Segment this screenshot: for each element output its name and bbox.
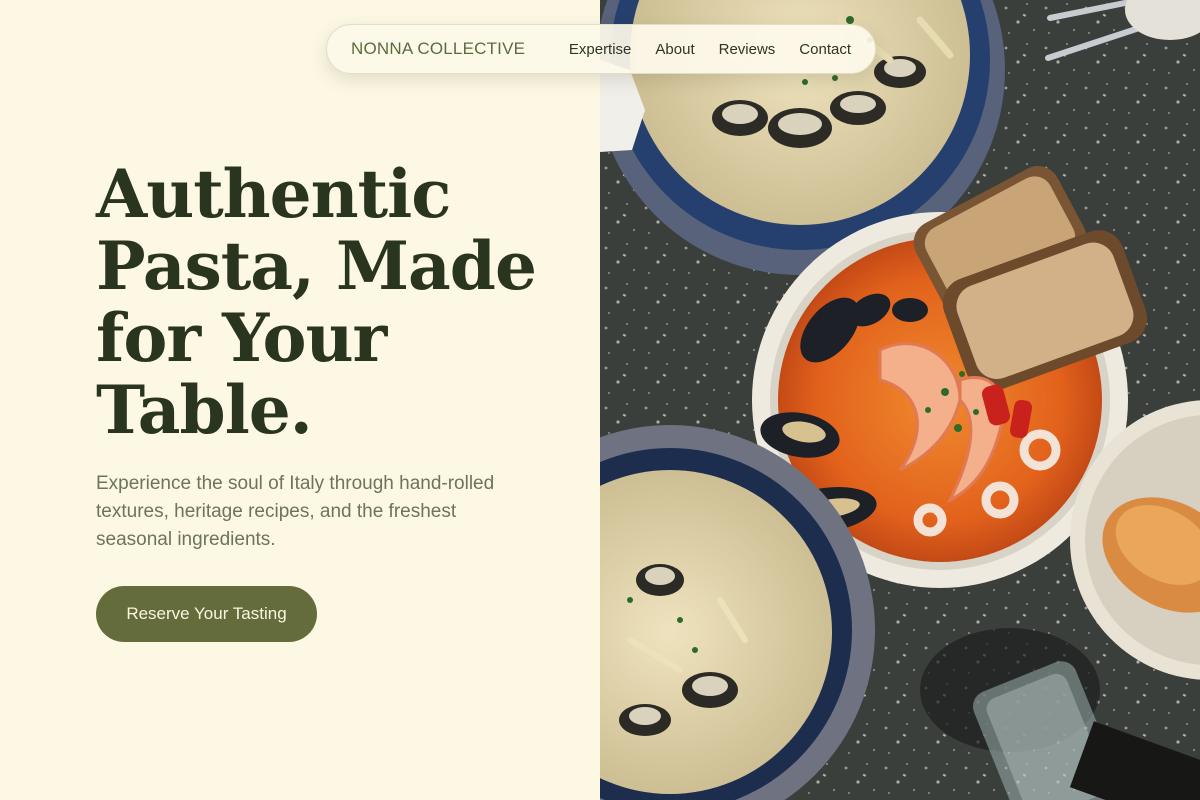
- hero-title-line: Table.: [96, 371, 313, 449]
- hero-section: Authentic Pasta, Made for Your Table. Ex…: [0, 0, 600, 800]
- nav-link-about[interactable]: About: [655, 41, 694, 58]
- hero-title-line: Pasta, Made: [96, 227, 537, 305]
- nav-link-expertise[interactable]: Expertise: [569, 41, 632, 58]
- hero-food-photo: [600, 0, 1200, 800]
- hero-subtitle: Experience the soul of Italy through han…: [96, 473, 495, 550]
- nav-link-contact[interactable]: Contact: [799, 41, 851, 58]
- top-navigation: NONNA COLLECTIVE Expertise About Reviews…: [326, 24, 876, 74]
- hero-title-line: Authentic: [96, 155, 451, 233]
- hero-title-line: for Your: [96, 299, 387, 377]
- hero-title: Authentic Pasta, Made for Your Table.: [96, 158, 566, 446]
- reserve-tasting-button[interactable]: Reserve Your Tasting: [96, 586, 317, 642]
- brand-logo[interactable]: NONNA COLLECTIVE: [351, 39, 525, 59]
- nav-link-reviews[interactable]: Reviews: [719, 41, 776, 58]
- nav-links: Expertise About Reviews Contact: [569, 41, 851, 58]
- seafood-pasta-image: [600, 0, 1200, 800]
